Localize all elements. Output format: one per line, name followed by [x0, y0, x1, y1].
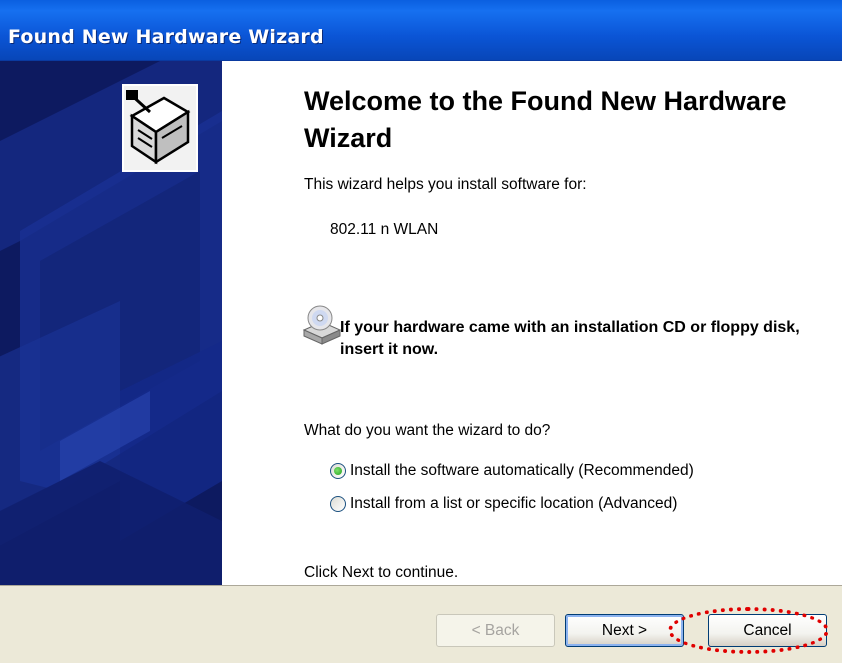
cd-drive-icon: [302, 304, 342, 346]
next-button[interactable]: Next >: [565, 614, 684, 647]
intro-text: This wizard helps you install software f…: [304, 176, 587, 193]
page-title: Welcome to the Found New Hardware Wizard: [304, 86, 787, 153]
option-label: Install the software automatically (Reco…: [350, 462, 694, 479]
radio-selected-icon[interactable]: [330, 463, 346, 479]
wizard-side-panel: [0, 61, 222, 585]
wizard-content: Welcome to the Found New Hardware Wizard…: [222, 61, 842, 585]
option-label: Install from a list or specific location…: [350, 495, 678, 512]
radio-unselected-icon[interactable]: [330, 496, 346, 512]
back-button[interactable]: < Back: [436, 614, 555, 647]
continue-hint: Click Next to continue.: [304, 564, 459, 581]
title-bar[interactable]: Found New Hardware Wizard: [0, 0, 842, 61]
option-install-automatically[interactable]: Install the software automatically (Reco…: [330, 462, 694, 480]
window-title: Found New Hardware Wizard: [8, 26, 324, 48]
wizard-question: What do you want the wizard to do?: [304, 422, 551, 439]
option-install-from-list[interactable]: Install from a list or specific location…: [330, 495, 677, 513]
device-name: 802.11 n WLAN: [330, 221, 439, 238]
cd-prompt: If your hardware came with an installati…: [340, 319, 800, 358]
hardware-device-icon: [122, 84, 198, 172]
wizard-window: Found New Hardware Wizard Welcome to the…: [0, 0, 842, 663]
button-bar: < Back Next > Cancel: [0, 585, 842, 663]
cancel-button[interactable]: Cancel: [708, 614, 827, 647]
